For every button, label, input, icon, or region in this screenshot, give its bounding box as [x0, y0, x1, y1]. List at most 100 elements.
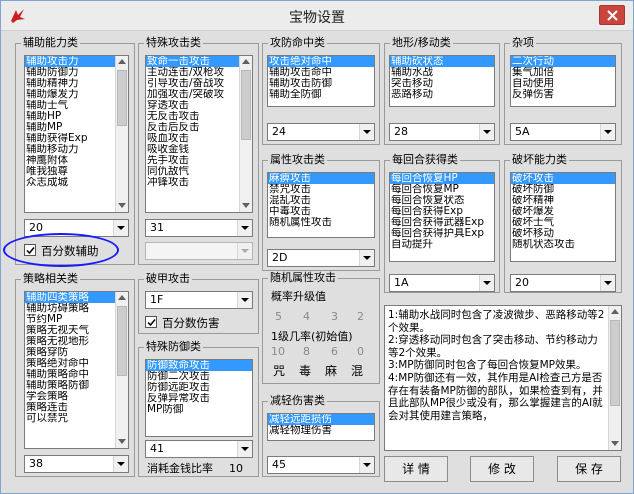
list-item[interactable]: 反弹伤害: [511, 89, 615, 100]
list-item[interactable]: 辅助攻击防御: [268, 78, 374, 89]
list-item[interactable]: 辅助MP: [25, 122, 128, 133]
list-item[interactable]: 辅助攻击力: [25, 56, 128, 67]
init-value[interactable]: 6: [331, 345, 338, 358]
dropdown-arrow-icon[interactable]: [237, 441, 252, 457]
scroll-up-arrow-icon[interactable]: [609, 306, 621, 318]
special-defense-list[interactable]: 防御致命攻击 防御二次攻击 防御远距攻击 反弹异常攻击 MP防御: [145, 359, 253, 437]
list-item[interactable]: 加强攻击/突破攻: [146, 89, 252, 100]
vertical-scrollbar[interactable]: [608, 306, 621, 450]
list-item[interactable]: 禁咒攻击: [268, 184, 374, 195]
terrain-move-list[interactable]: 辅助砍状态 辅助水战 突击移动 恶路移动: [389, 55, 495, 107]
list-item[interactable]: 辅助攻击命中: [268, 67, 374, 78]
list-item[interactable]: 辅助士气: [25, 100, 128, 111]
scroll-up-arrow-icon[interactable]: [116, 56, 128, 68]
upgrade-value[interactable]: 3: [331, 310, 338, 323]
percent-damage-checkbox-row[interactable]: 百分数伤害: [145, 314, 245, 330]
list-item[interactable]: 破坏移动: [511, 228, 615, 239]
attack-defense-hit-combo[interactable]: 24: [267, 123, 375, 141]
list-item[interactable]: 自动提升: [390, 239, 494, 250]
save-button[interactable]: 保 存: [557, 456, 621, 482]
dropdown-arrow-icon[interactable]: [113, 456, 128, 472]
list-item[interactable]: 减轻远距损伤: [268, 414, 374, 425]
list-item[interactable]: 恶路移动: [390, 89, 494, 100]
list-item[interactable]: 策略穿防: [25, 347, 128, 358]
scroll-down-arrow-icon[interactable]: [240, 200, 252, 212]
dropdown-arrow-icon[interactable]: [479, 275, 494, 291]
list-item[interactable]: 破坏防御: [511, 184, 615, 195]
list-item[interactable]: 破坏精神: [511, 195, 615, 206]
vertical-scrollbar[interactable]: [115, 56, 128, 212]
list-item[interactable]: 穿透攻击: [146, 100, 252, 111]
init-value[interactable]: 0: [357, 345, 364, 358]
list-item[interactable]: 突击移动: [390, 78, 494, 89]
vertical-scrollbar[interactable]: [239, 56, 252, 212]
special-attack-list[interactable]: 致命一击攻击 主动连击/双枪攻 引导攻击/奋战攻 加强攻击/突破攻 穿透攻击 无反击攻击反…: [145, 55, 253, 213]
list-item[interactable]: 主动连击/双枪攻: [146, 67, 252, 78]
scroll-down-arrow-icon[interactable]: [609, 438, 621, 450]
terrain-move-combo[interactable]: 28: [389, 123, 495, 141]
upgrade-value[interactable]: 2: [357, 310, 364, 323]
list-item[interactable]: 反击后反击: [146, 122, 252, 133]
list-item[interactable]: 引导攻击/奋战攻: [146, 78, 252, 89]
list-item[interactable]: 策略无视地形: [25, 336, 128, 347]
list-item[interactable]: 防御致命攻击: [146, 360, 252, 371]
misc-combo[interactable]: 5A: [510, 123, 616, 141]
strategy-combo[interactable]: 38: [24, 455, 129, 473]
list-item[interactable]: 自动使用: [511, 78, 615, 89]
upgrade-value[interactable]: 4: [303, 310, 310, 323]
break-attack-combo[interactable]: 1F: [145, 291, 253, 309]
per-turn-gain-list[interactable]: 每回合恢复HP 每回合恢复MP 每回合恢复状态 每回合获得Exp 每回合获得武器Exp 每…: [389, 172, 495, 262]
special-attack-combo-2[interactable]: [145, 242, 253, 260]
list-item[interactable]: 冲锋攻击: [146, 177, 252, 188]
cost-ratio-value[interactable]: 10: [229, 462, 243, 475]
list-item[interactable]: MP防御: [146, 404, 252, 415]
list-item[interactable]: 致命一击攻击: [146, 56, 252, 67]
scroll-up-arrow-icon[interactable]: [116, 292, 128, 304]
list-item[interactable]: 策略连击: [25, 402, 128, 413]
list-item[interactable]: 随机状态攻击: [511, 239, 615, 250]
init-value[interactable]: 10: [271, 345, 285, 358]
attribute-attack-combo[interactable]: 2D: [267, 249, 375, 267]
list-item[interactable]: 神鹰附体: [25, 155, 128, 166]
init-value[interactable]: 8: [303, 345, 310, 358]
scroll-thumb[interactable]: [117, 70, 127, 126]
list-item[interactable]: 节约MP: [25, 314, 128, 325]
list-item[interactable]: 吸血攻击: [146, 133, 252, 144]
scroll-thumb[interactable]: [241, 70, 251, 140]
close-button[interactable]: [599, 5, 625, 25]
list-item[interactable]: 攻击绝对命中: [268, 56, 374, 67]
break-ability-list[interactable]: 破坏攻击 破坏防御 破坏精神 破坏爆发 破坏士气 破坏移动 随机状态攻击: [510, 172, 616, 262]
list-item[interactable]: 集气加倍: [511, 67, 615, 78]
list-item[interactable]: 辅助移动力: [25, 144, 128, 155]
details-button[interactable]: 详 情: [384, 456, 448, 482]
list-item[interactable]: 防御二次攻击: [146, 371, 252, 382]
list-item[interactable]: 中毒攻击: [268, 206, 374, 217]
dropdown-arrow-icon[interactable]: [600, 275, 615, 291]
list-item[interactable]: 众志成城: [25, 177, 128, 188]
misc-list[interactable]: 二次行动 集气加倍 自动使用 反弹伤害: [510, 55, 616, 107]
list-item[interactable]: 二次行动: [511, 56, 615, 67]
dropdown-arrow-icon[interactable]: [479, 124, 494, 140]
list-item[interactable]: 先手攻击: [146, 155, 252, 166]
scroll-up-arrow-icon[interactable]: [240, 56, 252, 68]
list-item[interactable]: 辅助精神力: [25, 78, 128, 89]
list-item[interactable]: 每回合恢复HP: [390, 173, 494, 184]
special-defense-combo[interactable]: 41: [145, 440, 253, 458]
dropdown-arrow-icon[interactable]: [359, 124, 374, 140]
list-item[interactable]: 辅助水战: [390, 67, 494, 78]
attack-defense-hit-list[interactable]: 攻击绝对命中 辅助攻击命中 辅助攻击防御 辅助全防御: [267, 55, 375, 107]
strategy-list[interactable]: 辅助四类策略 辅助坊碍策略 节约MP 策略无视天气 策略无视地形 策略穿防 策略绝对命中 辅助…: [24, 291, 129, 449]
list-item[interactable]: 策略绝对命中: [25, 358, 128, 369]
list-item[interactable]: 每回合恢复MP: [390, 184, 494, 195]
list-item[interactable]: 学会策略: [25, 391, 128, 402]
list-item[interactable]: 混乱攻击: [268, 195, 374, 206]
list-item[interactable]: 随机属性攻击: [268, 217, 374, 228]
list-item[interactable]: 辅助坊碍策略: [25, 303, 128, 314]
list-item[interactable]: 破坏爆发: [511, 206, 615, 217]
description-textbox[interactable]: 1:辅助水战同时包含了凌波微步、恶路移动等2个效果。 2:穿透移动同时包含了突击…: [384, 305, 622, 451]
list-item[interactable]: 每回合获得武器Exp: [390, 217, 494, 228]
list-item[interactable]: 辅助四类策略: [25, 292, 128, 303]
list-item[interactable]: 策略无视天气: [25, 325, 128, 336]
percent-damage-checkbox[interactable]: [145, 316, 157, 328]
list-item[interactable]: 可以禁咒: [25, 413, 128, 424]
